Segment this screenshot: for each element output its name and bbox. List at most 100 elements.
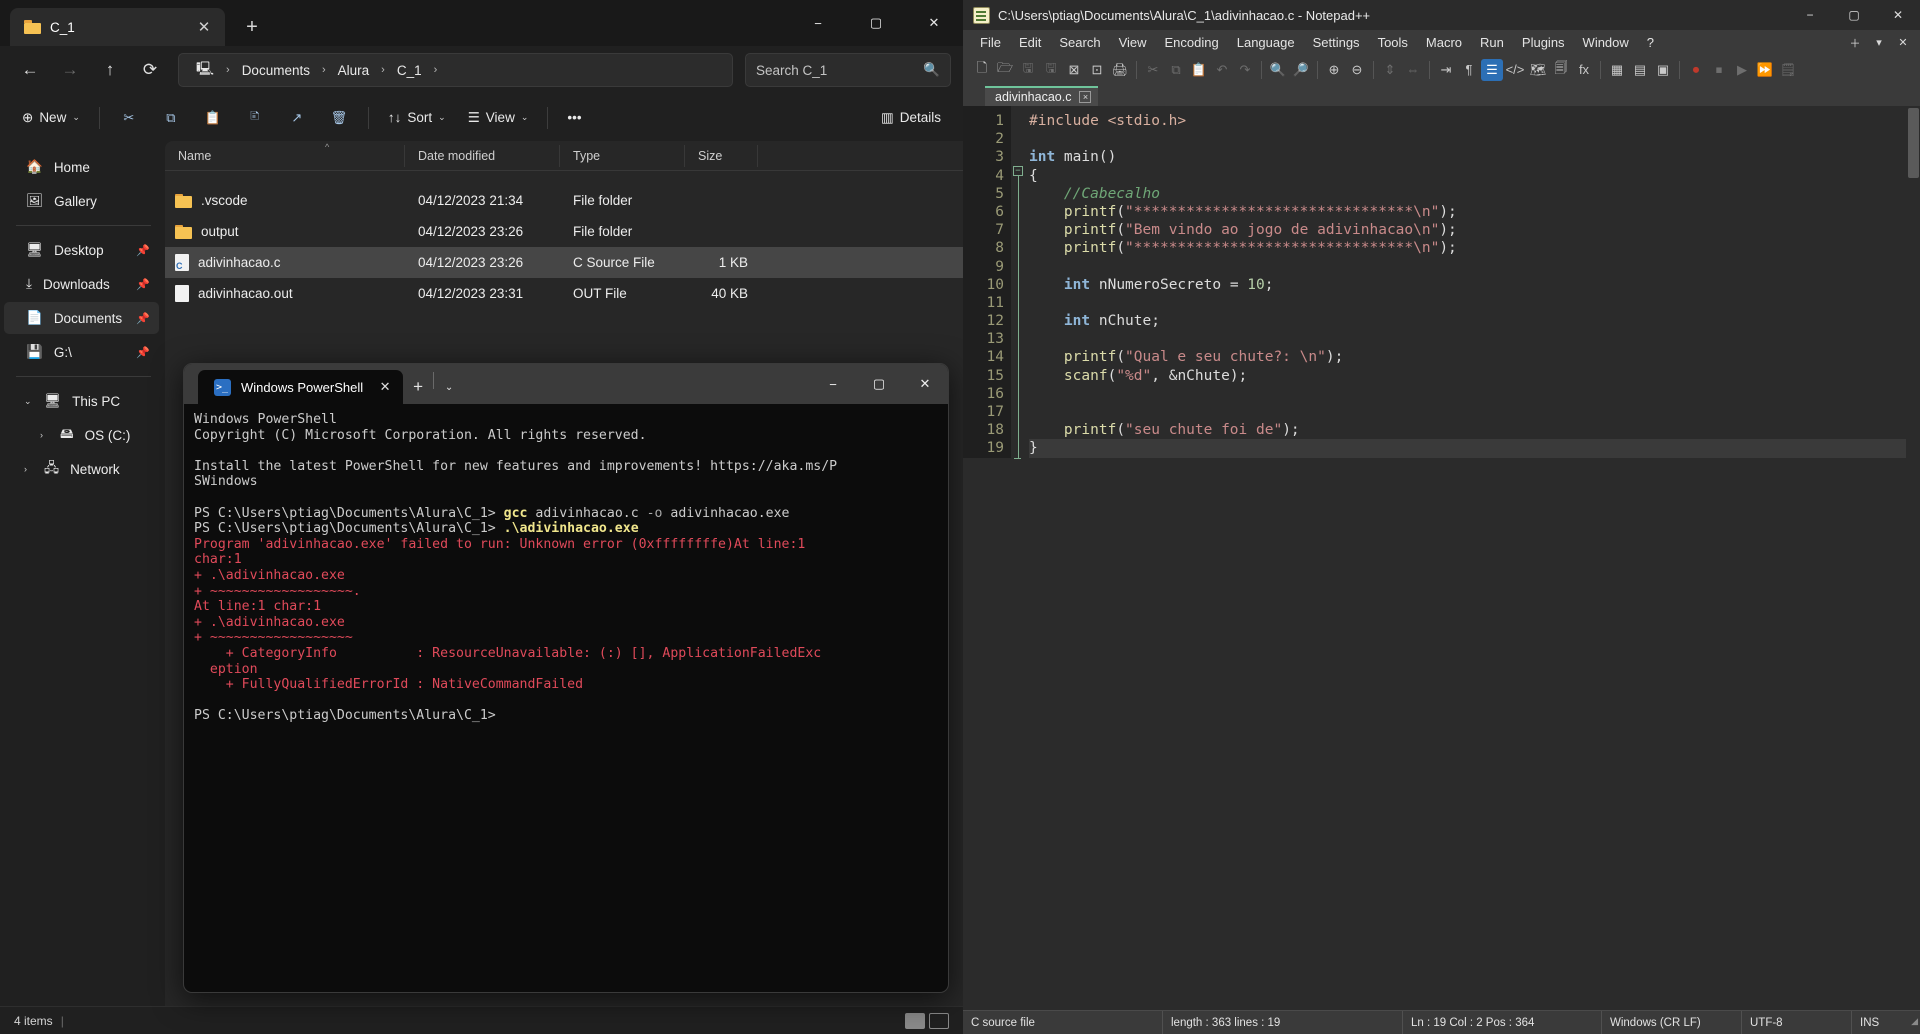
macro-play-all-icon[interactable]: ⏩ (1754, 59, 1776, 81)
view-button[interactable]: ☰ View ⌄ (458, 101, 539, 135)
details-view-icon[interactable] (905, 1012, 925, 1029)
code-line[interactable] (1029, 294, 1920, 312)
menu-item-run[interactable]: Run (1471, 32, 1513, 53)
code-line[interactable]: int main() (1029, 148, 1920, 166)
rename-icon[interactable]: 🗈 (235, 101, 275, 135)
column-header-name[interactable]: Name (165, 144, 405, 167)
find-icon[interactable]: 🔍 (1267, 59, 1289, 81)
fold-margin[interactable]: − (1011, 106, 1025, 459)
sidebar-item-desktop[interactable]: 🖥 Desktop 📌 (4, 234, 159, 266)
code-line[interactable]: #include <stdio.h> (1029, 112, 1920, 130)
close-icon[interactable]: ✕ (191, 14, 217, 40)
maximize-button[interactable]: ▢ (856, 364, 902, 404)
minimize-button[interactable]: − (789, 0, 847, 46)
chevron-right-icon[interactable]: › (24, 464, 27, 474)
menu-item-plugins[interactable]: Plugins (1513, 32, 1574, 53)
undo-icon[interactable]: ↶ (1211, 59, 1233, 81)
column-header-size[interactable]: Size (685, 144, 758, 167)
close-icon[interactable]: × (1079, 91, 1092, 103)
sidebar-item-network[interactable]: › 🖧 Network (4, 453, 159, 485)
fold-collapse-icon[interactable]: − (1013, 166, 1023, 176)
new-button[interactable]: ⊕ New ⌄ (12, 101, 90, 135)
code-line[interactable] (1029, 258, 1920, 276)
close-button[interactable]: ✕ (902, 364, 948, 404)
code-line[interactable]: printf("seu chute foi de"); (1029, 421, 1920, 439)
table-row[interactable]: adivinhacao.out 04/12/2023 23:31 OUT Fil… (165, 278, 963, 309)
print-icon[interactable]: 🖨 (1109, 59, 1131, 81)
zoom-in-icon[interactable]: ⊕ (1323, 59, 1345, 81)
code-line[interactable]: //Cabecalho (1029, 185, 1920, 203)
show-html-icon[interactable]: </> (1504, 59, 1526, 81)
save-icon[interactable]: 🖫 (1017, 59, 1039, 81)
tiles-view-icon[interactable] (929, 1012, 949, 1029)
code-line[interactable] (1029, 385, 1920, 403)
paste-icon[interactable]: 📋 (1188, 59, 1210, 81)
powershell-console-output[interactable]: Windows PowerShell Copyright (C) Microsof… (184, 404, 948, 724)
new-tab-button[interactable]: + (403, 370, 433, 404)
chevron-right-icon[interactable]: › (40, 430, 43, 440)
menu-item-encoding[interactable]: Encoding (1156, 32, 1228, 53)
breadcrumb-alura[interactable]: Alura (331, 60, 377, 81)
indent-guide-icon[interactable]: ☰ (1481, 58, 1503, 81)
column-header-type[interactable]: Type (560, 144, 685, 167)
cut-icon[interactable]: ✂ (1142, 59, 1164, 81)
powershell-tab[interactable]: Windows PowerShell ✕ (198, 370, 404, 404)
copy-icon[interactable]: ⧉ (1165, 59, 1187, 81)
code-line[interactable]: printf("********************************… (1029, 239, 1920, 257)
redo-icon[interactable]: ↷ (1234, 59, 1256, 81)
table-row[interactable]: .vscode 04/12/2023 21:34 File folder (165, 185, 963, 216)
macro-stop-icon[interactable]: ⏺ (1685, 59, 1707, 81)
sync-vertical-scroll-icon[interactable]: ⇕ (1379, 59, 1401, 81)
close-icon[interactable]: ✕ (373, 375, 397, 399)
menu-item-file[interactable]: File (971, 32, 1010, 53)
close-button[interactable]: ✕ (1876, 0, 1920, 30)
sidebar-item-home[interactable]: 🏠 Home (4, 151, 159, 183)
resize-grip-icon[interactable]: ◢ (1906, 1016, 1920, 1029)
code-content[interactable]: #include <stdio.h> int main(){ //Cabecal… (1025, 106, 1920, 458)
back-icon[interactable]: ← (12, 53, 48, 87)
code-line[interactable] (1029, 403, 1920, 421)
sidebar-item-os-c[interactable]: › 🖴 OS (C:) (4, 419, 159, 451)
address-bar[interactable]: 🖳 › Documents › Alura › C_1 › (178, 53, 733, 87)
code-line[interactable]: printf("Bem vindo ao jogo de adivinhacao… (1029, 221, 1920, 239)
column-header-date[interactable]: Date modified (405, 144, 560, 167)
code-line[interactable]: int nNumeroSecreto = 10; (1029, 276, 1920, 294)
macro-settings-icon[interactable]: 🗒 (1777, 59, 1799, 81)
sidebar-item-gallery[interactable]: 🖼 Gallery (4, 185, 159, 217)
menu-item-window[interactable]: Window (1574, 32, 1638, 53)
minimize-button[interactable]: − (810, 364, 856, 404)
open-file-icon[interactable]: 🗁 (994, 59, 1016, 81)
sidebar-item-this-pc[interactable]: ⌄ 🖥 This PC (4, 385, 159, 417)
cut-icon[interactable]: ✂ (109, 101, 149, 135)
close-file-icon[interactable]: ⊠ (1063, 59, 1085, 81)
new-tab-button[interactable]: + (235, 10, 269, 44)
share-icon[interactable]: ↗ (277, 101, 317, 135)
delete-icon[interactable]: 🗑 (319, 101, 359, 135)
chevron-down-icon[interactable]: ▾ (1868, 33, 1890, 53)
table-row[interactable]: output 04/12/2023 23:26 File folder (165, 216, 963, 247)
folder-as-workspace-icon[interactable]: fx (1573, 59, 1595, 81)
breadcrumb-documents[interactable]: Documents (235, 60, 317, 81)
sidebar-item-downloads[interactable]: ⤓ Downloads 📌 (4, 268, 159, 300)
macro-play-icon[interactable]: ▶ (1731, 59, 1753, 81)
more-options-button[interactable]: ••• (557, 101, 591, 135)
sidebar-item-drive-g[interactable]: 💾 G:\ 📌 (4, 336, 159, 368)
table-row[interactable]: adivinhacao.c 04/12/2023 23:26 C Source … (165, 247, 963, 278)
copy-icon[interactable]: ⧉ (151, 101, 191, 135)
menu-item-edit[interactable]: Edit (1010, 32, 1050, 53)
sort-button[interactable]: ↑↓ Sort ⌄ (378, 101, 456, 135)
menu-item-view[interactable]: View (1110, 32, 1156, 53)
scrollbar-thumb[interactable] (1908, 108, 1919, 178)
menu-item-[interactable]: ? (1638, 32, 1663, 53)
close-icon[interactable]: ✕ (1892, 33, 1914, 53)
macro-record-icon[interactable]: ▦ (1606, 59, 1628, 81)
explorer-tab-c1[interactable]: C_1 ✕ (10, 8, 225, 46)
search-icon[interactable]: 🔍 (923, 62, 940, 78)
find-replace-icon[interactable]: 🔎 (1290, 59, 1312, 81)
chevron-down-icon[interactable]: ⌄ (434, 370, 464, 404)
maximize-button[interactable]: ▢ (847, 0, 905, 46)
minimize-button[interactable]: − (1788, 0, 1832, 30)
code-line[interactable]: int nChute; (1029, 312, 1920, 330)
function-list-icon[interactable]: 🗐 (1550, 59, 1572, 81)
macro-run-multiple-icon[interactable]: ▣ (1652, 59, 1674, 81)
